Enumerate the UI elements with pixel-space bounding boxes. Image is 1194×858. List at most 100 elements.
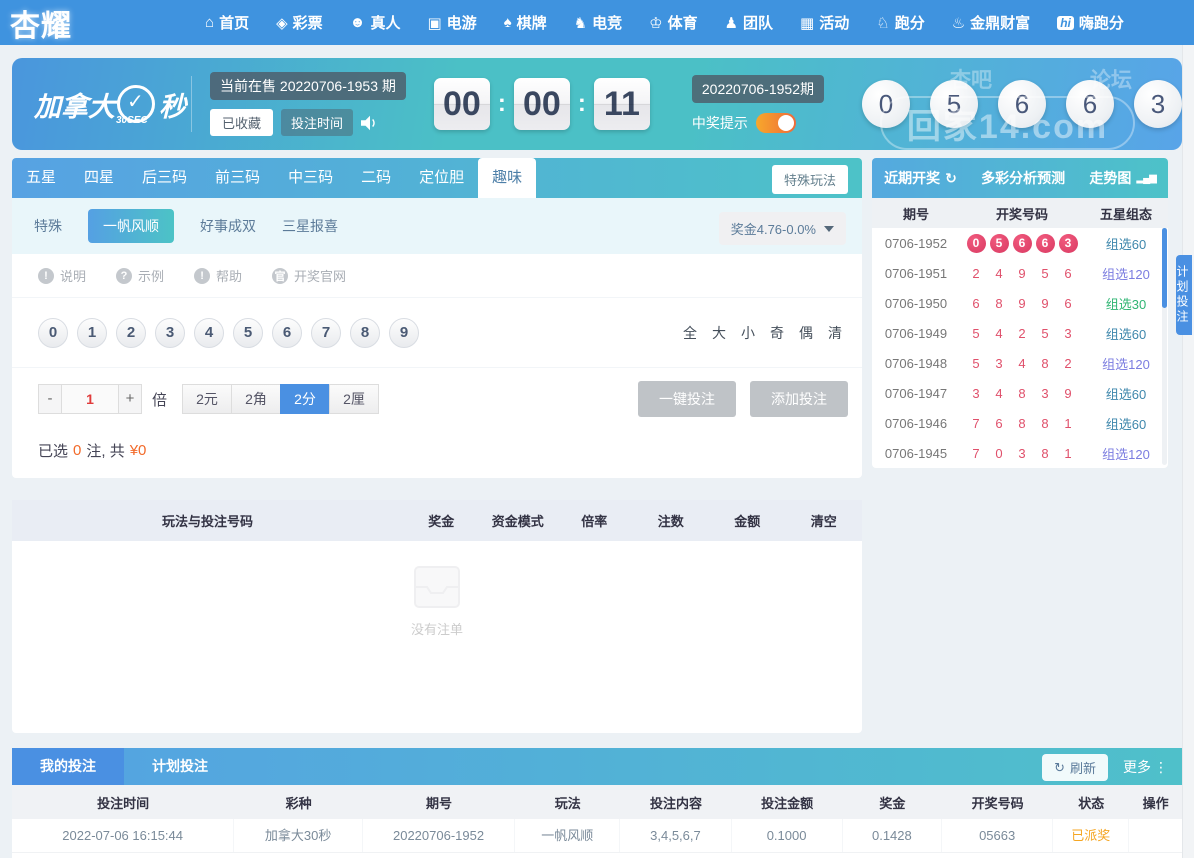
pick-ball-5[interactable]: 5 bbox=[233, 317, 263, 348]
pattern-link[interactable]: 组选30 bbox=[1084, 294, 1168, 313]
tab-sixing[interactable]: 四星 bbox=[70, 158, 128, 198]
pick-ball-0[interactable]: 0 bbox=[38, 317, 68, 348]
nav-item-sports[interactable]: ♔ 体育 bbox=[649, 12, 697, 33]
help-link-shili[interactable]: ? 示例 bbox=[116, 266, 164, 285]
digit: 1 bbox=[1064, 415, 1072, 431]
pick-ball-9[interactable]: 9 bbox=[389, 317, 419, 348]
pattern-link[interactable]: 组选60 bbox=[1084, 324, 1168, 343]
pick-ball-8[interactable]: 8 bbox=[350, 317, 380, 348]
digit: 6 bbox=[995, 415, 1003, 431]
digit: 7 bbox=[972, 415, 980, 431]
bet-amount: 0.1000 bbox=[732, 819, 843, 852]
tab-analysis[interactable]: 多彩分析预测 bbox=[981, 168, 1065, 188]
add-bet-button[interactable]: 添加投注 bbox=[750, 381, 848, 417]
nav-item-esports[interactable]: ♞ 电竞 bbox=[574, 12, 622, 33]
digit: 3 bbox=[972, 385, 980, 401]
win-tip-toggle[interactable] bbox=[755, 113, 796, 133]
tab-plan-bets[interactable]: 计划投注 bbox=[124, 748, 236, 785]
subtab-sanxingbaoxi[interactable]: 三星报喜 bbox=[282, 216, 338, 236]
quick-bet-button[interactable]: 一键投注 bbox=[638, 381, 736, 417]
stepper-plus-button[interactable]: + bbox=[118, 384, 142, 414]
pattern-link[interactable]: 组选120 bbox=[1084, 354, 1168, 373]
nav-item-lottery[interactable]: ◈ 彩票 bbox=[276, 12, 323, 33]
col-issue: 期号 bbox=[426, 795, 453, 811]
quick-pick-even[interactable]: 偶 bbox=[799, 323, 813, 343]
pick-ball-3[interactable]: 3 bbox=[155, 317, 185, 348]
issue: 0706-1951 bbox=[884, 265, 948, 281]
pattern-link[interactable]: 组选60 bbox=[1084, 414, 1168, 433]
nav-item-home[interactable]: ⌂ 首页 bbox=[205, 12, 249, 33]
pattern-link[interactable]: 组选120 bbox=[1084, 264, 1168, 283]
nav-item-paofen[interactable]: ♘ 跑分 bbox=[876, 12, 924, 33]
tab-erma[interactable]: 二码 bbox=[347, 158, 405, 198]
nav-item-wealth[interactable]: ♨ 金鼎财富 bbox=[952, 12, 1030, 33]
nav-item-egames[interactable]: ▣ 电游 bbox=[427, 12, 476, 33]
subtab-yifanfengshun[interactable]: 一帆风顺 bbox=[88, 209, 174, 243]
nav-item-activity[interactable]: ▦ 活动 bbox=[800, 12, 849, 33]
quick-pick-small[interactable]: 小 bbox=[741, 323, 755, 343]
issue: 0706-1950 bbox=[884, 295, 948, 311]
more-button[interactable]: 更多 ⋮ bbox=[1123, 757, 1168, 777]
subtab-teshu[interactable]: 特殊 bbox=[34, 216, 62, 236]
nav-item-live[interactable]: ☻ 真人 bbox=[350, 12, 401, 33]
digit: 2 bbox=[972, 265, 980, 281]
tab-housanma[interactable]: 后三码 bbox=[128, 158, 201, 198]
stepper-value[interactable]: 1 bbox=[62, 384, 118, 414]
tab-quwei[interactable]: 趣味 bbox=[478, 158, 537, 198]
digit: 3 bbox=[1041, 385, 1049, 401]
unit-yuan[interactable]: 2元 bbox=[182, 384, 233, 414]
nav-item-chess[interactable]: ♠ 棋牌 bbox=[504, 12, 547, 33]
speaker-icon[interactable] bbox=[361, 115, 379, 131]
tab-label: 走势图 bbox=[1089, 170, 1132, 186]
sidebar-scrollbar-thumb[interactable] bbox=[1162, 228, 1167, 308]
quick-pick-clear[interactable]: 清 bbox=[828, 323, 842, 343]
bonus-select[interactable]: 奖金4.76-0.0% bbox=[718, 212, 846, 245]
bet-time-button[interactable]: 投注时间 bbox=[281, 109, 354, 136]
unit-jiao[interactable]: 2角 bbox=[231, 384, 282, 414]
tab-dingweidan[interactable]: 定位胆 bbox=[405, 158, 478, 198]
draw-numbers: 76881 bbox=[960, 416, 1084, 431]
page-scrollbar[interactable] bbox=[1182, 45, 1194, 858]
help-link-shuoming[interactable]: ! 说明 bbox=[38, 266, 86, 285]
subtab-haoshichengshuang[interactable]: 好事成双 bbox=[200, 216, 256, 236]
help-link-bangzhu[interactable]: ! 帮助 bbox=[194, 266, 242, 285]
unit-li[interactable]: 2厘 bbox=[329, 384, 380, 414]
tab-wuxing[interactable]: 五星 bbox=[12, 158, 70, 198]
trend-chart-icon: ▂▄▆ bbox=[1136, 172, 1156, 184]
unit-fen[interactable]: 2分 bbox=[280, 384, 331, 414]
plan-bets-side-tab[interactable]: 计划投注 bbox=[1175, 255, 1192, 335]
tab-zhongsanma[interactable]: 中三码 bbox=[274, 158, 347, 198]
refresh-button[interactable]: ↻ 刷新 bbox=[1042, 754, 1108, 781]
pattern-link[interactable]: 组选60 bbox=[1084, 384, 1168, 403]
quick-pick-odd[interactable]: 奇 bbox=[770, 323, 784, 343]
quick-pick-all[interactable]: 全 bbox=[683, 323, 697, 343]
pick-ball-2[interactable]: 2 bbox=[116, 317, 146, 348]
favorite-button[interactable]: 已收藏 bbox=[210, 109, 274, 136]
tab-trend-chart[interactable]: 走势图 ▂▄▆ bbox=[1089, 168, 1156, 188]
bonus-select-value: 奖金4.76-0.0% bbox=[730, 222, 816, 237]
digit: 3 bbox=[995, 355, 1003, 371]
wealth-icon: ♨ bbox=[951, 14, 966, 32]
tab-recent-draws[interactable]: 近期开奖 ↻ bbox=[884, 168, 957, 188]
special-play-button[interactable]: 特殊玩法 bbox=[771, 165, 848, 194]
bet-content: 3,4,5,6,7 bbox=[620, 819, 732, 852]
pick-ball-4[interactable]: 4 bbox=[194, 317, 224, 348]
nav-item-hi[interactable]: hi 嗨跑分 bbox=[1057, 12, 1124, 33]
site-logo[interactable]: 杏耀 bbox=[10, 1, 72, 45]
pick-ball-7[interactable]: 7 bbox=[311, 317, 341, 348]
help-links: ! 说明 ? 示例 ! 帮助 官开奖官网 bbox=[12, 254, 862, 298]
digit: 6 bbox=[972, 295, 980, 311]
pattern-link[interactable]: 组选60 bbox=[1084, 234, 1168, 253]
draw-ball: 6 bbox=[1066, 80, 1114, 128]
pick-ball-1[interactable]: 1 bbox=[77, 317, 107, 348]
stepper-minus-button[interactable]: - bbox=[38, 384, 62, 414]
quick-pick-big[interactable]: 大 bbox=[712, 323, 726, 343]
bet-time: 2022-07-06 16:15:44 bbox=[12, 819, 235, 852]
tab-qiansanma[interactable]: 前三码 bbox=[201, 158, 274, 198]
nav-item-team[interactable]: ♟ 团队 bbox=[725, 12, 773, 33]
pick-ball-6[interactable]: 6 bbox=[272, 317, 302, 348]
tab-my-bets[interactable]: 我的投注 bbox=[12, 748, 124, 785]
help-link-official[interactable]: 官开奖官网 bbox=[272, 266, 346, 285]
draw-ball: 3 bbox=[1058, 233, 1078, 253]
pattern-link[interactable]: 组选120 bbox=[1084, 444, 1168, 463]
